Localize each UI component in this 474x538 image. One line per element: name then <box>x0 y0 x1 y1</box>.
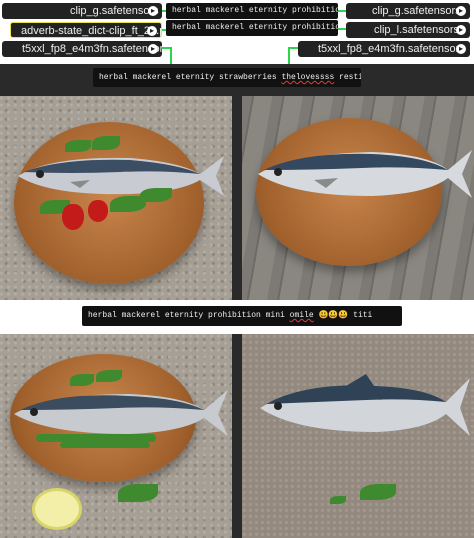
strawberry <box>88 200 108 222</box>
output-port-icon[interactable]: ▸ <box>456 25 466 35</box>
wire <box>170 47 172 65</box>
output-port-icon[interactable]: ▸ <box>147 26 157 36</box>
wire <box>338 10 346 12</box>
strawberry <box>62 204 84 230</box>
generated-image-bottom-right[interactable] <box>242 334 474 538</box>
clip-l-right-label: clip_l.safetensors <box>374 24 459 36</box>
prompt-text: 😃😃😃 titi <box>313 311 373 320</box>
generated-image-bottom-left[interactable] <box>0 334 232 538</box>
leaf <box>330 496 346 504</box>
lemon-slice <box>32 488 82 530</box>
misspelled-word: thelovessss <box>281 73 335 82</box>
clip-g-loader-right[interactable]: clip_g.safetensors ▸ <box>346 3 470 19</box>
generated-image-top-right[interactable] <box>242 96 474 300</box>
prompt-text: herbal mackerel eternity prohibition <box>172 6 338 15</box>
mackerel-image <box>14 390 228 436</box>
leaf <box>60 442 150 448</box>
prompt-text: herbal mackerel eternity prohibition <box>172 23 338 32</box>
misspelled-word: omile <box>289 311 314 320</box>
clip-g-right-label: clip_g.safetensors <box>372 5 461 17</box>
leaf <box>140 188 172 202</box>
leaf <box>36 434 156 442</box>
wire <box>338 28 346 30</box>
leaf <box>118 484 158 502</box>
generated-image-top-left[interactable] <box>0 96 232 300</box>
leaf <box>92 136 120 150</box>
clip-g-left-label: clip_g.safetensors <box>70 5 159 17</box>
clip-l-loader-right[interactable]: clip_l.safetensors ▸ <box>346 22 470 38</box>
wire <box>288 47 290 65</box>
prompt-text-upper-row[interactable]: herbal mackerel eternity strawberries th… <box>93 68 361 87</box>
prompt-text: herbal mackerel eternity prohibition min… <box>88 311 290 320</box>
output-port-icon[interactable]: ▸ <box>456 44 466 54</box>
output-port-icon[interactable]: ▸ <box>148 44 158 54</box>
leaf <box>96 370 122 382</box>
output-port-icon[interactable]: ▸ <box>148 6 158 16</box>
t5-loader-left[interactable]: t5xxl_fp8_e4m3fn.safetensors ▸ <box>2 41 162 57</box>
prompt-text: herbal mackerel eternity strawberries <box>99 73 282 82</box>
mackerel-image <box>260 374 470 436</box>
leaf <box>65 140 91 152</box>
t5-left-label: t5xxl_fp8_e4m3fn.safetensors <box>22 43 162 55</box>
t5-right-label: t5xxl_fp8_e4m3fn.safetensors <box>318 43 465 55</box>
prompt-text-top[interactable]: herbal mackerel eternity prohibition <box>166 3 338 19</box>
mackerel-image <box>258 150 472 198</box>
adverb-clip-loader[interactable]: adverb-state_dict-clip_ft_20.pt ▸ <box>10 22 162 38</box>
output-port-icon[interactable]: ▸ <box>456 6 466 16</box>
adverb-label: adverb-state_dict-clip_ft_20.pt <box>21 25 162 37</box>
t5-loader-right[interactable]: t5xxl_fp8_e4m3fn.safetensors ▸ <box>298 41 470 57</box>
leaf <box>70 374 94 386</box>
wire <box>162 47 170 49</box>
prompt-text-lower-row[interactable]: herbal mackerel eternity prohibition min… <box>82 306 402 326</box>
prompt-text: resting <box>339 73 361 82</box>
leaf <box>360 484 396 500</box>
clip-g-loader-left[interactable]: clip_g.safetensors ▸ <box>2 3 162 19</box>
prompt-text-second[interactable]: herbal mackerel eternity prohibition <box>166 20 338 36</box>
mackerel-image <box>18 156 224 196</box>
